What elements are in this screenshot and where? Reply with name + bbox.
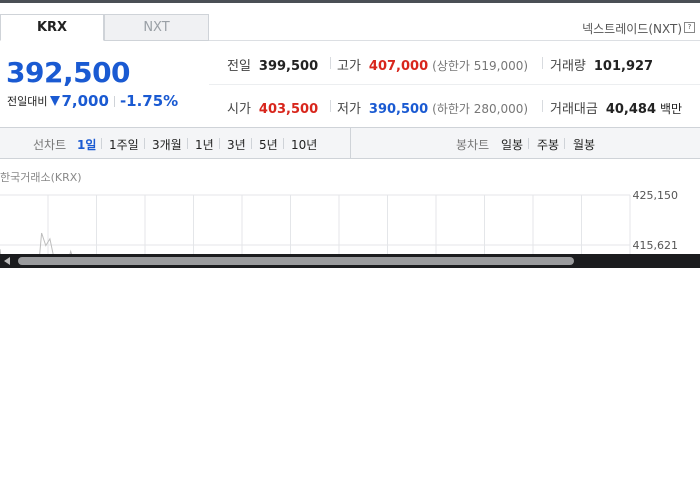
lower-limit: (하한가 280,000) bbox=[432, 102, 529, 116]
divider bbox=[542, 100, 543, 112]
period-10y[interactable]: 10년 bbox=[291, 136, 317, 153]
period-5y[interactable]: 5년 bbox=[259, 136, 278, 153]
current-price: 392,500 bbox=[6, 56, 131, 89]
scroll-thumb[interactable] bbox=[18, 257, 574, 265]
stat-value: 101,927 bbox=[593, 59, 654, 74]
divider bbox=[528, 138, 529, 149]
line-chart-label: 선차트 bbox=[33, 138, 67, 152]
stat-high: 고가 407,000 (상한가 519,000) bbox=[337, 55, 528, 74]
scroll-left-icon[interactable] bbox=[4, 257, 10, 265]
chart-grid bbox=[0, 194, 631, 254]
divider bbox=[187, 138, 188, 149]
stat-label: 거래대금 bbox=[550, 102, 598, 117]
stat-trade-amount: 거래대금 40,484 백만 bbox=[550, 98, 682, 117]
stat-value: 40,484 bbox=[605, 102, 657, 117]
nxt-link[interactable]: 넥스트레이드(NXT) bbox=[582, 20, 682, 37]
help-icon[interactable]: ? bbox=[684, 22, 695, 33]
stat-label: 저가 bbox=[337, 102, 361, 117]
divider bbox=[330, 100, 331, 112]
price-line bbox=[0, 232, 73, 254]
stat-value: 407,000 bbox=[368, 59, 429, 74]
stat-value: 399,500 bbox=[258, 59, 319, 74]
candle-daily[interactable]: 일봉 bbox=[501, 136, 523, 153]
chart-type-divider bbox=[350, 128, 351, 158]
stats-divider bbox=[209, 84, 700, 85]
y-tick-label: 425,150 bbox=[632, 189, 679, 202]
stat-label: 거래량 bbox=[550, 59, 586, 74]
candle-chart-label: 봉차트 bbox=[456, 138, 490, 152]
divider bbox=[283, 138, 284, 149]
stat-label: 전일 bbox=[227, 59, 251, 74]
period-1w[interactable]: 1주일 bbox=[109, 136, 139, 153]
chart-title: 한국거래소(KRX) bbox=[0, 171, 82, 184]
change-divider bbox=[113, 95, 115, 107]
change-amount: 7,000 bbox=[61, 92, 109, 110]
y-tick-label: 415,621 bbox=[632, 239, 679, 252]
divider bbox=[219, 138, 220, 149]
stat-value: 390,500 bbox=[368, 102, 429, 117]
price-chart bbox=[0, 194, 631, 254]
tab-underline bbox=[209, 40, 700, 41]
divider bbox=[542, 57, 543, 69]
down-triangle-icon bbox=[50, 96, 61, 106]
candle-weekly[interactable]: 주봉 bbox=[537, 136, 559, 153]
divider bbox=[251, 138, 252, 149]
period-1y[interactable]: 1년 bbox=[195, 136, 214, 153]
divider bbox=[564, 138, 565, 149]
stat-label: 고가 bbox=[337, 59, 361, 74]
stat-volume: 거래량 101,927 bbox=[550, 55, 653, 74]
stat-prev-close: 전일 399,500 bbox=[227, 55, 318, 74]
tab-nxt[interactable]: NXT bbox=[104, 14, 209, 41]
stat-label: 시가 bbox=[227, 102, 251, 117]
divider bbox=[101, 138, 102, 149]
candle-monthly[interactable]: 월봉 bbox=[573, 136, 595, 153]
stat-value: 403,500 bbox=[258, 102, 319, 117]
period-1d[interactable]: 1일 bbox=[77, 136, 96, 153]
change-label: 전일대비 bbox=[7, 95, 48, 108]
stock-quote-panel: KRX NXT 넥스트레이드(NXT) ? 392,500 전일대비 7,000… bbox=[0, 0, 700, 268]
period-3y[interactable]: 3년 bbox=[227, 136, 246, 153]
divider bbox=[144, 138, 145, 149]
top-rule bbox=[0, 0, 700, 3]
price-change: 전일대비 7,000 -1.75% bbox=[7, 92, 178, 110]
tab-krx[interactable]: KRX bbox=[0, 14, 104, 41]
period-3m[interactable]: 3개월 bbox=[152, 136, 182, 153]
change-percent: -1.75% bbox=[119, 92, 179, 110]
stat-unit: 백만 bbox=[660, 102, 683, 116]
chart-scrollbar[interactable] bbox=[0, 254, 700, 268]
divider bbox=[330, 57, 331, 69]
stat-open: 시가 403,500 bbox=[227, 98, 318, 117]
upper-limit: (상한가 519,000) bbox=[432, 59, 529, 73]
chart-period-bar: 선차트 1일 1주일 3개월 1년 3년 5년 10년 봉차트 일봉 주봉 월봉 bbox=[0, 127, 700, 159]
stat-low: 저가 390,500 (하한가 280,000) bbox=[337, 98, 528, 117]
